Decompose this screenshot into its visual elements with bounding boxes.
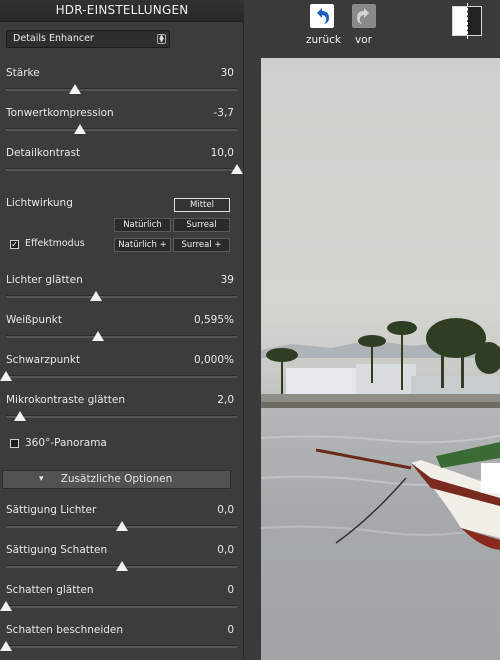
redo-button[interactable] xyxy=(352,4,376,28)
slider-track-lichter-glaetten[interactable] xyxy=(6,295,237,298)
slider-value-schwarzpunkt: 0,000% xyxy=(193,354,234,366)
slider-value-staerke: 30 xyxy=(220,67,234,79)
preset-dropdown[interactable]: Details Enhancer ▲ ▼ xyxy=(6,30,170,48)
harbor-photo-image xyxy=(261,318,500,660)
slider-label-schwarzpunkt: Schwarzpunkt xyxy=(6,354,81,366)
before-after-compare-icon[interactable] xyxy=(452,3,482,39)
panorama-checkbox[interactable] xyxy=(10,439,19,448)
slider-value-detailkontrast: 10,0 xyxy=(210,147,234,159)
slider-thumb-schatten-beschneiden[interactable] xyxy=(0,641,12,651)
slider-label-staerke: Stärke xyxy=(6,67,40,79)
slider-thumb-staerke[interactable] xyxy=(69,84,82,94)
slider-thumb-saettigung-schatten[interactable] xyxy=(115,561,128,571)
slider-value-saettigung-lichter: 0,0 xyxy=(217,504,234,516)
slider-label-detailkontrast: Detailkontrast xyxy=(6,147,81,159)
slider-track-tonwertkompression[interactable] xyxy=(6,128,237,131)
slider-thumb-mikrokontraste[interactable] xyxy=(13,411,26,421)
undo-button[interactable] xyxy=(310,4,334,28)
slider-thumb-schatten-glaetten[interactable] xyxy=(0,601,12,611)
slider-value-schatten-glaetten: 0 xyxy=(227,584,234,596)
undo-arrow-icon xyxy=(317,8,329,24)
slider-label-mikrokontraste: Mikrokontraste glätten xyxy=(6,394,125,406)
slider-label-lichter-glaetten: Lichter glätten xyxy=(6,274,83,286)
preset-value: Details Enhancer xyxy=(13,33,94,44)
slider-value-schatten-beschneiden: 0 xyxy=(227,624,234,636)
light-effect-label: Lichtwirkung xyxy=(6,197,73,209)
panel-divider xyxy=(245,58,261,660)
slider-label-saettigung-lichter: Sättigung Lichter xyxy=(6,504,97,516)
slider-thumb-saettigung-lichter[interactable] xyxy=(115,521,128,531)
slider-thumb-lichter-glaetten[interactable] xyxy=(90,291,103,301)
slider-track-weisspunkt[interactable] xyxy=(6,335,237,338)
effect-mode-checkbox[interactable]: ✓ xyxy=(10,240,19,249)
photo-preview[interactable] xyxy=(261,58,500,660)
redo-label: vor xyxy=(355,34,372,46)
slider-value-tonwertkompression: -3,7 xyxy=(213,107,235,119)
slider-label-schatten-glaetten: Schatten glätten xyxy=(6,584,94,596)
slider-track-staerke[interactable] xyxy=(6,88,237,91)
extra-options-toggle[interactable]: ▾ Zusätzliche Optionen xyxy=(2,470,231,489)
slider-label-tonwertkompression: Tonwertkompression xyxy=(6,107,114,119)
panorama-label: 360°-Panorama xyxy=(25,437,107,449)
light-natuerlich-plus-button[interactable]: Natürlich + xyxy=(114,238,171,252)
slider-label-weisspunkt: Weißpunkt xyxy=(6,314,62,326)
slider-track-detailkontrast[interactable] xyxy=(6,168,237,171)
hdr-settings-panel: HDR-EINSTELLUNGEN Details Enhancer ▲ ▼ St… xyxy=(0,0,244,660)
slider-track-schwarzpunkt[interactable] xyxy=(6,375,237,378)
chevron-updown-icon: ▲ ▼ xyxy=(157,34,166,44)
slider-label-schatten-beschneiden: Schatten beschneiden xyxy=(6,624,124,636)
light-mittel-button[interactable]: Mittel xyxy=(174,198,230,212)
extra-options-label: Zusätzliche Optionen xyxy=(60,473,173,485)
panel-title: HDR-EINSTELLUNGEN xyxy=(0,0,244,22)
slider-thumb-detailkontrast[interactable] xyxy=(231,164,243,174)
chevron-down-icon: ▾ xyxy=(39,474,44,484)
light-surreal-plus-button[interactable]: Surreal + xyxy=(173,238,230,252)
slider-value-mikrokontraste: 2,0 xyxy=(217,394,234,406)
slider-thumb-weisspunkt[interactable] xyxy=(92,331,105,341)
effect-mode-label: Effektmodus xyxy=(25,238,85,249)
undo-label: zurück xyxy=(306,34,341,46)
slider-track-mikrokontraste[interactable] xyxy=(6,415,237,418)
light-surreal-button[interactable]: Surreal xyxy=(173,218,230,232)
slider-thumb-tonwertkompression[interactable] xyxy=(73,124,86,134)
slider-label-saettigung-schatten: Sättigung Schatten xyxy=(6,544,108,556)
slider-value-lichter-glaetten: 39 xyxy=(220,274,234,286)
slider-track-schatten-glaetten[interactable] xyxy=(6,605,237,608)
slider-thumb-schwarzpunkt[interactable] xyxy=(0,371,12,381)
slider-value-saettigung-schatten: 0,0 xyxy=(217,544,234,556)
redo-arrow-icon xyxy=(357,8,369,24)
slider-track-schatten-beschneiden[interactable] xyxy=(6,645,237,648)
slider-value-weisspunkt: 0,595% xyxy=(193,314,234,326)
light-natuerlich-button[interactable]: Natürlich xyxy=(114,218,171,232)
